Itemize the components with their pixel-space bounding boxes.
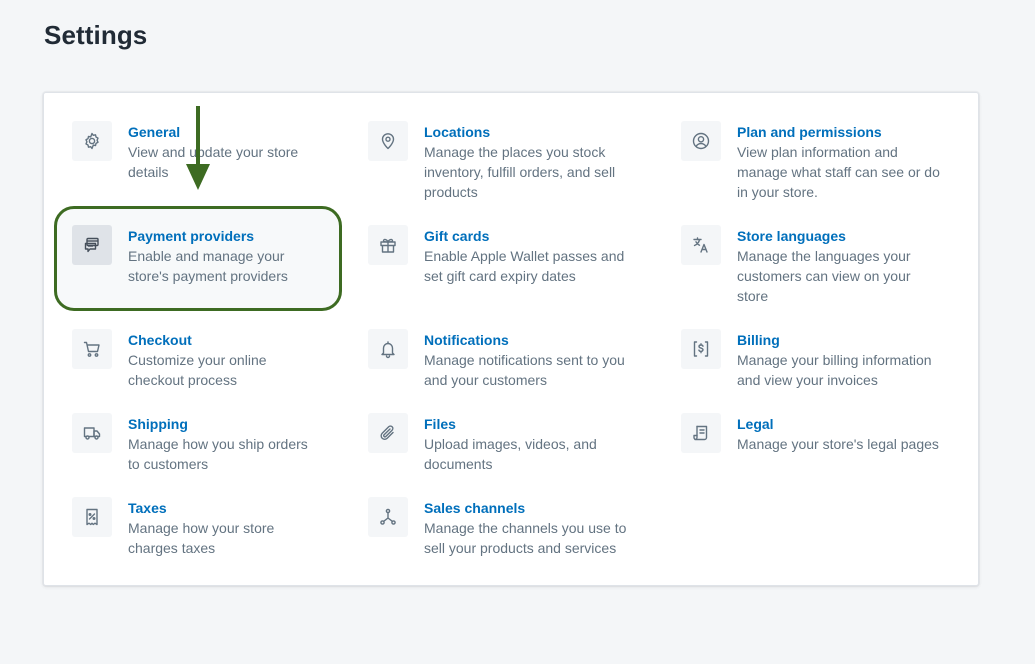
location-pin-icon: [368, 121, 408, 161]
settings-item-plan-permissions[interactable]: Plan and permissions View plan informati…: [681, 121, 940, 202]
settings-item-payment-providers[interactable]: Payment providers Enable and manage your…: [72, 225, 288, 286]
settings-item-desc: to customers: [128, 456, 209, 472]
settings-item-store-languages[interactable]: Store languages Manage the languages you…: [681, 225, 911, 306]
settings-item-shipping[interactable]: Shipping Manage how you ship orders to c…: [72, 413, 308, 474]
settings-item-desc: store: [737, 288, 769, 304]
settings-item-desc: View plan information and: [737, 144, 898, 160]
settings-item-desc: Manage your store's legal pages: [737, 436, 939, 452]
settings-item-desc: Enable Apple Wallet passes and: [424, 248, 625, 264]
settings-item-taxes[interactable]: Taxes Manage how your store charges taxe…: [72, 497, 274, 558]
settings-item-title: Plan and permissions: [737, 124, 882, 140]
settings-item-title: Legal: [737, 416, 774, 432]
cart-icon: [72, 329, 112, 369]
legal-document-icon: [681, 413, 721, 453]
translate-icon: [681, 225, 721, 265]
settings-item-title: Taxes: [128, 500, 167, 516]
settings-item-desc: inventory, fulfill orders, and sell: [424, 164, 616, 180]
settings-item-desc: charges taxes: [128, 540, 216, 556]
settings-item-desc: Customize your online: [128, 352, 267, 368]
settings-item-desc: manage what staff can see or do: [737, 164, 940, 180]
settings-page: Settings General View and update your st…: [0, 0, 1035, 664]
annotation-arrow-shaft: [196, 106, 200, 168]
settings-item-billing[interactable]: Billing Manage your billing information …: [681, 329, 932, 390]
settings-item-desc: checkout process: [128, 372, 237, 388]
tax-receipt-icon: [72, 497, 112, 537]
settings-item-desc: and view your invoices: [737, 372, 878, 388]
page-title: Settings: [44, 20, 148, 50]
settings-item-title: Store languages: [737, 228, 846, 244]
settings-item-desc: Enable and manage your: [128, 248, 285, 264]
truck-icon: [72, 413, 112, 453]
settings-item-desc: Manage your billing information: [737, 352, 932, 368]
gear-icon: [72, 121, 112, 161]
settings-item-desc: documents: [424, 456, 493, 472]
annotation-arrow: [186, 106, 210, 190]
settings-item-desc: in your store.: [737, 184, 818, 200]
annotation-arrow-head: [186, 164, 210, 190]
payment-icon: [72, 225, 112, 265]
settings-item-notifications[interactable]: Notifications Manage notifications sent …: [368, 329, 625, 390]
settings-item-desc: sell your products and services: [424, 540, 617, 556]
channels-icon: [368, 497, 408, 537]
settings-item-title: Files: [424, 416, 456, 432]
settings-item-desc: Upload images, videos, and: [424, 436, 597, 452]
settings-item-desc: customers can view on your: [737, 268, 911, 284]
settings-item-title: Billing: [737, 332, 780, 348]
user-circle-icon: [681, 121, 721, 161]
settings-item-desc: Manage the places you stock: [424, 144, 606, 160]
settings-item-locations[interactable]: Locations Manage the places you stock in…: [368, 121, 615, 202]
settings-item-title: Checkout: [128, 332, 192, 348]
settings-item-title: Gift cards: [424, 228, 490, 244]
settings-item-desc: View and update your store: [128, 144, 299, 160]
gift-icon: [368, 225, 408, 265]
settings-item-sales-channels[interactable]: Sales channels Manage the channels you u…: [368, 497, 626, 558]
settings-item-desc: Manage the languages your: [737, 248, 911, 264]
settings-item-desc: Manage how your store: [128, 520, 275, 536]
settings-item-title: General: [128, 124, 181, 140]
settings-item-desc: and your customers: [424, 372, 547, 388]
settings-item-desc: Manage notifications sent to you: [424, 352, 625, 368]
settings-item-desc: set gift card expiry dates: [424, 268, 576, 284]
settings-item-title: Sales channels: [424, 500, 526, 516]
settings-item-desc: Manage how you ship orders: [128, 436, 308, 452]
settings-item-gift-cards[interactable]: Gift cards Enable Apple Wallet passes an…: [368, 225, 624, 286]
billing-icon: [681, 329, 721, 369]
settings-item-title: Shipping: [128, 416, 188, 432]
settings-item-desc: products: [424, 184, 478, 200]
settings-item-desc: store's payment providers: [128, 268, 288, 284]
settings-item-title: Locations: [424, 124, 491, 140]
settings-item-title: Notifications: [424, 332, 509, 348]
paperclip-icon: [368, 413, 408, 453]
settings-item-legal[interactable]: Legal Manage your store's legal pages: [681, 413, 939, 454]
settings-item-checkout[interactable]: Checkout Customize your online checkout …: [72, 329, 267, 390]
settings-item-desc: details: [128, 164, 169, 180]
settings-item-files[interactable]: Files Upload images, videos, and documen…: [368, 413, 597, 474]
bell-icon: [368, 329, 408, 369]
settings-item-desc: Manage the channels you use to: [424, 520, 627, 536]
settings-item-title: Payment providers: [128, 228, 255, 244]
